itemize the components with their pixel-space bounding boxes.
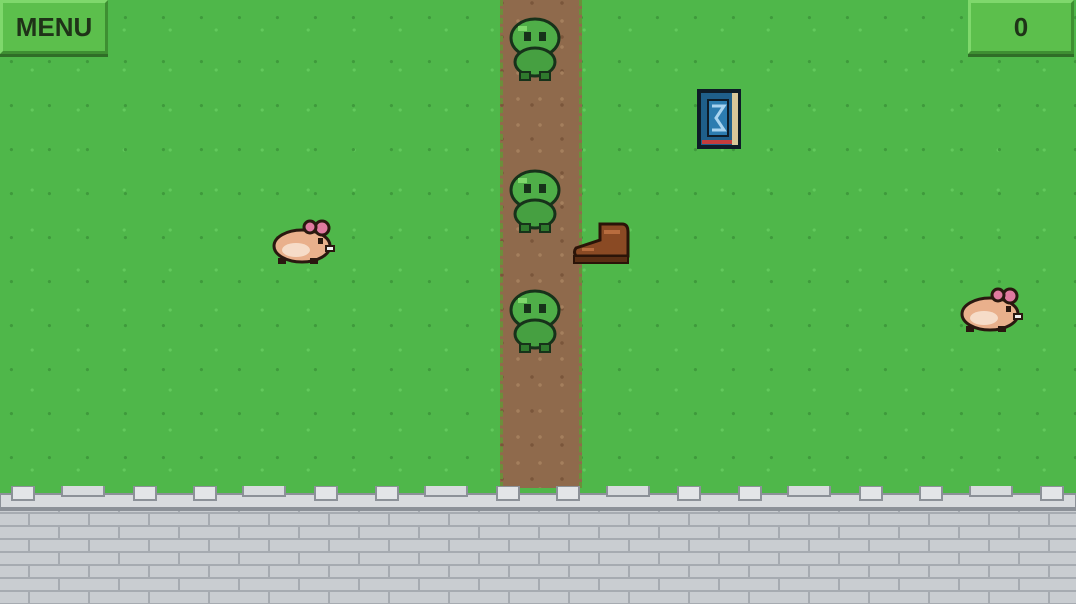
blue-spellbook-item[interactable]: [696, 88, 744, 150]
green-slime-enemy-1[interactable]: [506, 16, 564, 82]
leather-boot-item[interactable]: [570, 220, 632, 266]
green-slime-enemy-2[interactable]: [506, 168, 564, 234]
green-slime-enemy-3[interactable]: [506, 288, 564, 354]
game-board[interactable]: MENU 0: [0, 0, 1076, 604]
menu-button[interactable]: MENU: [0, 0, 108, 54]
pink-hamster-1[interactable]: [270, 218, 338, 266]
score-display: 0: [968, 0, 1074, 54]
pink-hamster-2[interactable]: [958, 286, 1026, 334]
castle-wall: [0, 486, 1076, 604]
